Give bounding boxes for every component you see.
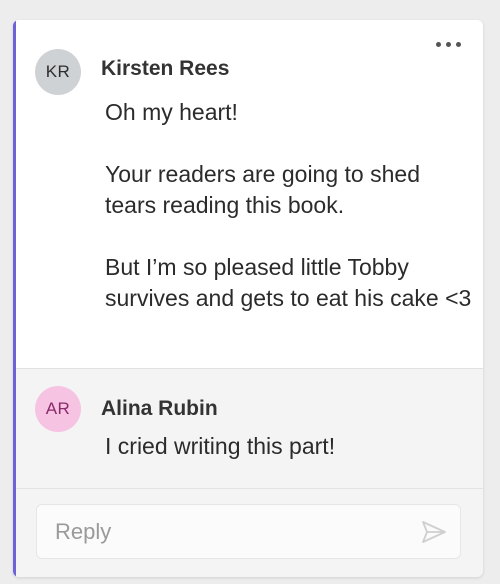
comment-paragraph: But I’m so pleased little Tobby survives…: [105, 254, 472, 311]
comment-paragraph: Oh my heart!: [105, 99, 238, 125]
comment-body: Oh my heart! Your readers are going to s…: [105, 97, 475, 314]
more-icon-dot: [446, 42, 451, 47]
reply-comment: AR Alina Rubin I cried writing this part…: [16, 369, 483, 489]
comment-thread-card: KR Kirsten Rees Oh my heart! Your reader…: [13, 20, 483, 577]
reply-author-name: Alina Rubin: [101, 397, 218, 420]
reply-body: I cried writing this part!: [105, 433, 336, 459]
reply-input[interactable]: [37, 505, 407, 558]
reply-composer: [36, 504, 461, 559]
more-icon-dot: [436, 42, 441, 47]
more-options-button[interactable]: [436, 42, 461, 47]
main-comment: KR Kirsten Rees Oh my heart! Your reader…: [16, 20, 483, 369]
comment-paragraph: Your readers are going to shed tears rea…: [105, 161, 420, 218]
comment-author-name: Kirsten Rees: [101, 57, 230, 80]
send-icon[interactable]: [420, 518, 448, 546]
avatar: KR: [35, 49, 81, 95]
avatar: AR: [35, 386, 81, 432]
more-icon-dot: [456, 42, 461, 47]
